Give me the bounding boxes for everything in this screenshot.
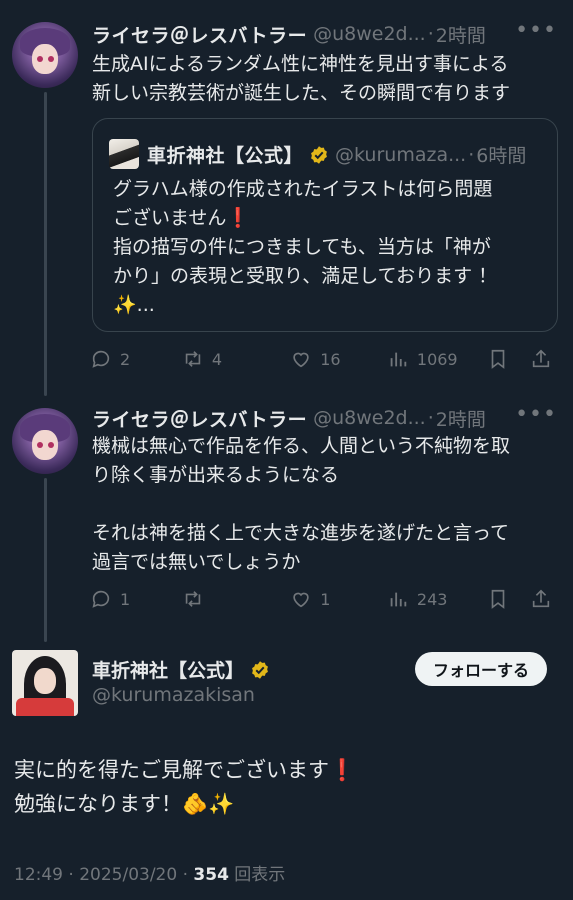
quote-header: 車折神社【公式】 @kurumaza... · 6時間 (147, 141, 526, 168)
view-count: 243 (416, 589, 448, 609)
retweet-button[interactable]: 4 (182, 348, 290, 370)
quote-display-name: 車折神社【公式】 (147, 145, 304, 167)
avatar[interactable] (12, 408, 78, 474)
verified-badge-icon (252, 660, 268, 679)
meta-timestamp[interactable]: 12:49 · 2025/03/20 · (14, 865, 193, 885)
tweet-header: ライセラ＠レスバトラー @u8we2d... · 2時間 (92, 405, 486, 432)
retweet-button[interactable] (182, 588, 290, 610)
user-handle[interactable]: @u8we2d... (313, 407, 426, 429)
tweet-1[interactable]: ライセラ＠レスバトラー @u8we2d... · 2時間 ••• 生成AIによる… (0, 0, 573, 390)
separator-dot: · (427, 407, 434, 429)
bookmark-button[interactable] (487, 348, 530, 370)
reply-icon (92, 350, 110, 368)
main-display-name[interactable]: 車折神社【公式】 (92, 656, 270, 683)
retweet-count: 4 (211, 349, 223, 369)
quoted-tweet[interactable]: 車折神社【公式】 @kurumaza... · 6時間 グラハム様の作成されたイ… (92, 118, 558, 332)
tweet-text: 機械は無心で作品を作る、人間という不純物を取 り除く事が出来るようになる それは… (92, 435, 511, 573)
like-button[interactable]: 1 (290, 588, 387, 610)
heart-icon (293, 592, 309, 608)
tweet-header: ライセラ＠レスバトラー @u8we2d... · 2時間 (92, 21, 486, 48)
retweet-icon (185, 591, 201, 607)
separator-dot: · (427, 23, 434, 45)
separator-dot: · (468, 143, 475, 166)
reply-button[interactable]: 2 (90, 348, 182, 370)
more-options-icon[interactable]: ••• (515, 402, 557, 427)
share-icon (532, 589, 550, 608)
tweet-2[interactable]: ライセラ＠レスバトラー @u8we2d... · 2時間 ••• 機械は無心で作… (0, 390, 573, 640)
action-bar: 1 1 243 (90, 586, 560, 612)
user-handle[interactable]: @kurumazakisan (92, 684, 255, 706)
reply-button[interactable]: 1 (90, 588, 182, 610)
display-name[interactable]: ライセラ＠レスバトラー (92, 21, 307, 48)
heart-icon (293, 352, 309, 368)
reply-count: 2 (120, 349, 131, 369)
views-button[interactable]: 243 (387, 588, 488, 610)
timestamp[interactable]: 2時間 (436, 21, 486, 48)
quote-avatar (109, 139, 139, 169)
display-name[interactable]: 車折神社【公式】 (92, 656, 244, 683)
avatar[interactable] (12, 650, 78, 716)
main-tweet-text: 実に的を得たご見解でございます❗ 勉強になります！🫵✨ (14, 758, 356, 816)
like-count: 1 (320, 589, 331, 609)
user-handle[interactable]: @u8we2d... (313, 23, 426, 45)
quote-timestamp: 6時間 (476, 145, 527, 167)
meta-views-label: 回表示 (228, 865, 286, 885)
share-button[interactable] (530, 588, 560, 610)
bookmark-button[interactable] (487, 588, 530, 610)
more-options-icon[interactable]: ••• (515, 18, 557, 43)
display-name[interactable]: ライセラ＠レスバトラー (92, 405, 307, 432)
tweet-meta: 12:49 · 2025/03/20 · 354 回表示 (14, 860, 285, 885)
share-icon (532, 349, 550, 368)
bookmark-icon (492, 349, 505, 369)
views-chart-icon (390, 592, 407, 607)
meta-view-count: 354 (193, 865, 229, 885)
follow-button[interactable]: フォローする (414, 652, 547, 686)
bookmark-icon (492, 589, 505, 609)
reply-icon (92, 590, 110, 608)
avatar[interactable] (12, 22, 78, 88)
views-button[interactable]: 1069 (387, 348, 488, 370)
action-bar: 2 4 16 1069 (90, 346, 560, 372)
quote-text: グラハム様の作成されたイラストは何ら問題 ございません❗ 指の描写の件につきまし… (113, 178, 498, 316)
like-count: 16 (320, 349, 341, 369)
quote-handle: @kurumaza... (335, 143, 467, 166)
verified-badge-icon (311, 145, 327, 164)
views-chart-icon (390, 352, 407, 367)
tweet-text: 生成AIによるランダム性に神性を見出す事による 新しい宗教芸術が誕生した、その瞬… (92, 53, 511, 104)
timestamp[interactable]: 2時間 (436, 405, 486, 432)
retweet-icon (185, 351, 201, 367)
share-button[interactable] (530, 348, 560, 370)
reply-count: 1 (120, 589, 131, 609)
like-button[interactable]: 16 (290, 348, 387, 370)
view-count: 1069 (416, 349, 458, 369)
